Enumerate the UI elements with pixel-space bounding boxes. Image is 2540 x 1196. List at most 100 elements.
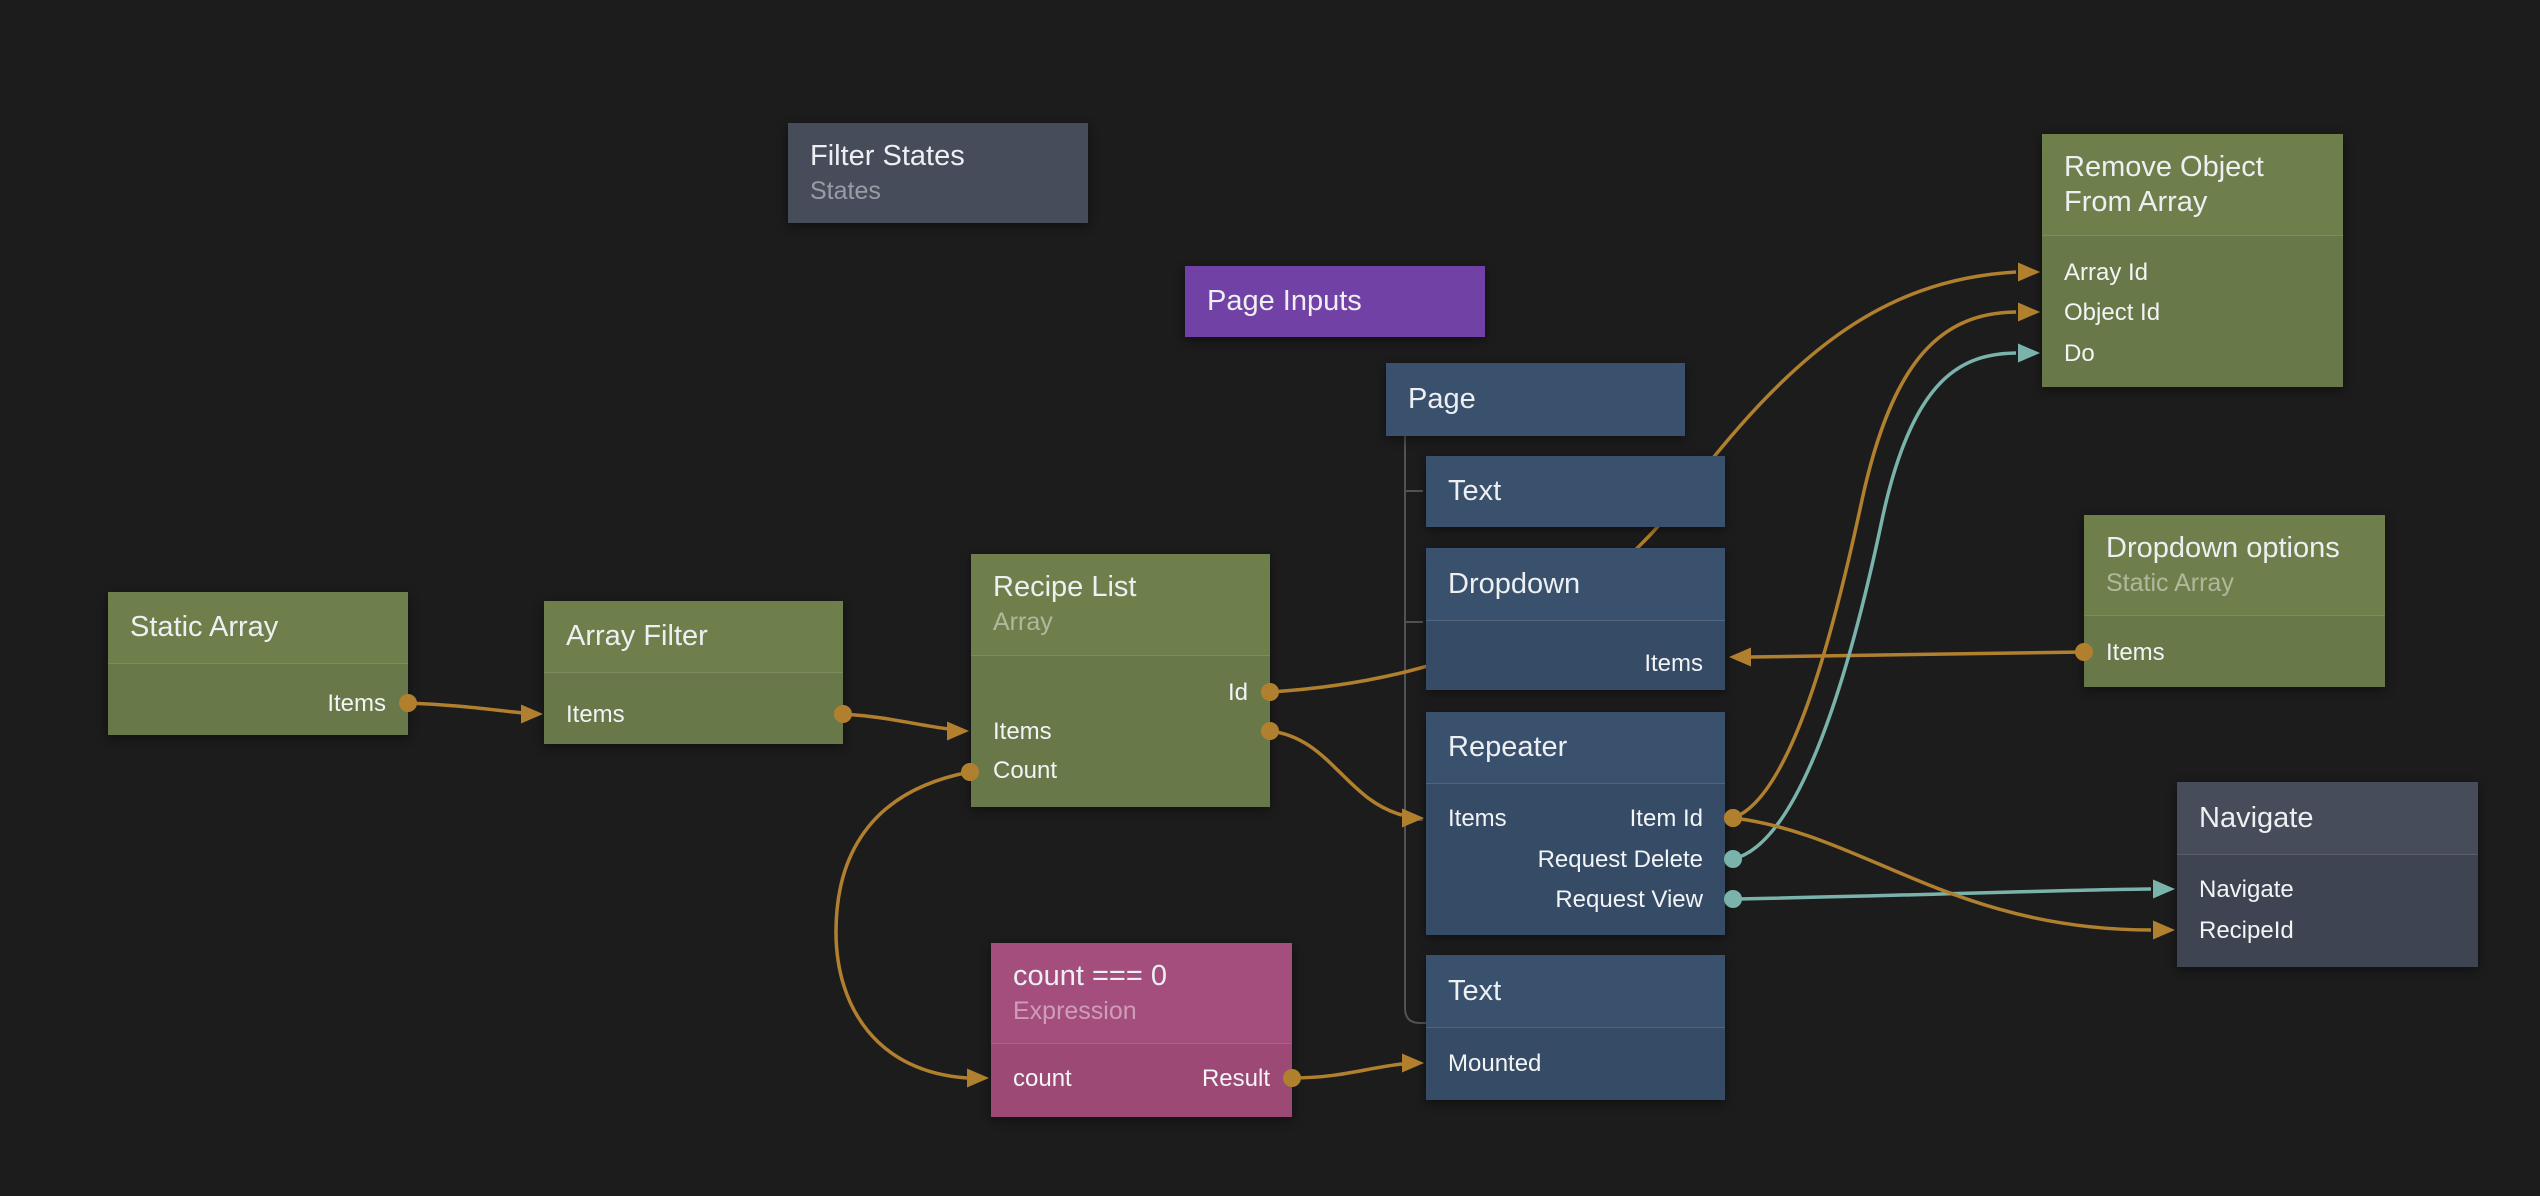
port-array-filter-items[interactable]: Items xyxy=(566,700,625,730)
wire-arrowhead-repeater-requestview-to-navigate-navigate[interactable] xyxy=(2153,880,2175,899)
node-title: count === 0 xyxy=(1013,959,1270,994)
node-ports-dropdown-options: Items xyxy=(2084,615,2385,687)
node-filter-states[interactable]: Filter StatesStates xyxy=(788,123,1088,223)
port-recipe-list-count[interactable]: Count xyxy=(993,756,1057,786)
node-graph-canvas[interactable]: Filter StatesStates Page Inputs Page Text Dr… xyxy=(0,0,2540,1196)
node-title: Array Filter xyxy=(566,619,821,654)
wire-arrowhead-repeater-itemid-to-remove-objectid[interactable] xyxy=(2018,303,2040,322)
node-header-dropdown-options[interactable]: Dropdown optionsStatic Array xyxy=(2084,515,2385,615)
node-array-filter[interactable]: Array Filter Items xyxy=(544,601,843,744)
port-expression-count[interactable]: count xyxy=(1013,1064,1072,1094)
wire-recipe-items-to-repeater-items[interactable] xyxy=(1270,731,1402,815)
node-ports-array-filter: Items xyxy=(544,672,843,744)
wire-source-dot-repeater-requestdelete-to-remove-do[interactable] xyxy=(1724,850,1742,868)
node-ports-repeater: Items Item Id Request Delete Request View xyxy=(1426,783,1725,935)
node-remove-object-from-array[interactable]: Remove Object From Array Array Id Object I… xyxy=(2042,134,2343,387)
node-ports-expression: count Result xyxy=(991,1043,1292,1117)
wire-recipe-count-to-expression-count[interactable] xyxy=(836,772,970,1078)
node-header-dropdown[interactable]: Dropdown xyxy=(1426,548,1725,620)
wire-source-dot-recipe-id-to-remove-arrayid[interactable] xyxy=(1261,683,1279,701)
node-header-repeater[interactable]: Repeater xyxy=(1426,712,1725,783)
node-header-expression[interactable]: count === 0Expression xyxy=(991,943,1292,1043)
port-repeater-items[interactable]: Items xyxy=(1448,804,1507,834)
wire-source-dot-filter-items-to-recipe-items[interactable] xyxy=(834,705,852,723)
node-text-2[interactable]: Text Mounted xyxy=(1426,955,1725,1100)
wire-arrowhead-filter-items-to-recipe-items[interactable] xyxy=(947,722,969,741)
wire-source-dot-recipe-items-to-repeater-items[interactable] xyxy=(1261,722,1279,740)
node-header-text-1[interactable]: Text xyxy=(1426,456,1725,527)
hierarchy-trunk-line xyxy=(1405,436,1427,1023)
port-repeater-item-id[interactable]: Item Id xyxy=(1630,804,1703,834)
node-dropdown[interactable]: Dropdown Items xyxy=(1426,548,1725,690)
port-navigate-navigate[interactable]: Navigate xyxy=(2199,875,2294,905)
wire-repeater-itemid-to-navigate-recipeid[interactable] xyxy=(1733,818,2151,930)
port-repeater-request-view[interactable]: Request View xyxy=(1555,885,1703,915)
node-header-static-array[interactable]: Static Array xyxy=(108,592,408,663)
node-header-text-2[interactable]: Text xyxy=(1426,955,1725,1027)
wire-static-items-to-filter-items[interactable] xyxy=(408,703,523,713)
node-title: Page xyxy=(1408,382,1663,417)
port-repeater-request-delete[interactable]: Request Delete xyxy=(1538,845,1703,875)
node-header-remove-object-from-array[interactable]: Remove Object From Array xyxy=(2042,134,2343,235)
node-title: Text xyxy=(1448,974,1703,1009)
node-subtitle: States xyxy=(810,176,1066,207)
node-subtitle: Array xyxy=(993,607,1248,638)
node-title: Dropdown options xyxy=(2106,531,2363,566)
wire-arrowhead-static-items-to-filter-items[interactable] xyxy=(521,705,543,724)
wire-source-dot-repeater-requestview-to-navigate-navigate[interactable] xyxy=(1724,890,1742,908)
node-ports-static-array: Items xyxy=(108,663,408,735)
wire-arrowhead-dropdownoptions-items-to-dropdown-items[interactable] xyxy=(1729,648,1751,667)
wire-arrowhead-recipe-items-to-repeater-items[interactable] xyxy=(1402,809,1424,828)
port-recipe-list-items[interactable]: Items xyxy=(993,717,1052,747)
node-expression[interactable]: count === 0Expression count Result xyxy=(991,943,1292,1117)
port-remove-object-from-array-object-id[interactable]: Object Id xyxy=(2064,298,2160,328)
node-static-array[interactable]: Static Array Items xyxy=(108,592,408,735)
wire-arrowhead-repeater-itemid-to-navigate-recipeid[interactable] xyxy=(2153,921,2175,940)
node-text-1[interactable]: Text xyxy=(1426,456,1725,527)
node-title: Recipe List xyxy=(993,570,1248,605)
node-dropdown-options[interactable]: Dropdown optionsStatic Array Items xyxy=(2084,515,2385,687)
node-ports-remove-object-from-array: Array Id Object Id Do xyxy=(2042,235,2343,387)
node-header-page[interactable]: Page xyxy=(1386,363,1685,436)
port-remove-object-from-array-do[interactable]: Do xyxy=(2064,339,2095,369)
wire-arrowhead-recipe-count-to-expression-count[interactable] xyxy=(967,1069,989,1088)
wire-source-dot-repeater-itemid-to-navigate-recipeid[interactable] xyxy=(1724,809,1742,827)
node-header-array-filter[interactable]: Array Filter xyxy=(544,601,843,672)
node-recipe-list[interactable]: Recipe ListArray Id Items Count xyxy=(971,554,1270,807)
node-subtitle: Static Array xyxy=(2106,568,2363,599)
wire-arrowhead-recipe-id-to-remove-arrayid[interactable] xyxy=(2018,263,2040,282)
node-repeater[interactable]: Repeater Items Item Id Request Delete Reques… xyxy=(1426,712,1725,935)
wire-dropdownoptions-items-to-dropdown-items[interactable] xyxy=(1750,652,2084,657)
port-navigate-recipeid[interactable]: RecipeId xyxy=(2199,916,2294,946)
port-recipe-list-id[interactable]: Id xyxy=(1228,678,1248,708)
node-subtitle: Expression xyxy=(1013,996,1270,1027)
node-page-inputs[interactable]: Page Inputs xyxy=(1185,266,1485,337)
port-remove-object-from-array-array-id[interactable]: Array Id xyxy=(2064,258,2148,288)
node-header-recipe-list[interactable]: Recipe ListArray xyxy=(971,554,1270,655)
node-header-page-inputs[interactable]: Page Inputs xyxy=(1185,266,1485,337)
node-title: Static Array xyxy=(130,610,386,645)
node-title: Navigate xyxy=(2199,801,2456,836)
wire-repeater-requestdelete-to-remove-do[interactable] xyxy=(1733,353,2016,859)
wire-source-dot-static-items-to-filter-items[interactable] xyxy=(399,694,417,712)
wire-arrowhead-expression-result-to-text2-mounted[interactable] xyxy=(1402,1054,1424,1073)
wire-filter-items-to-recipe-items[interactable] xyxy=(843,714,949,729)
wire-source-dot-expression-result-to-text2-mounted[interactable] xyxy=(1283,1069,1301,1087)
wire-arrowhead-repeater-requestdelete-to-remove-do[interactable] xyxy=(2018,344,2040,363)
node-ports-recipe-list: Id Items Count xyxy=(971,655,1270,807)
port-text-2-mounted[interactable]: Mounted xyxy=(1448,1049,1541,1079)
port-dropdown-items[interactable]: Items xyxy=(1644,649,1703,679)
port-static-array-items[interactable]: Items xyxy=(327,689,386,719)
port-expression-result[interactable]: Result xyxy=(1202,1064,1270,1094)
node-header-navigate[interactable]: Navigate xyxy=(2177,782,2478,854)
node-title: Page Inputs xyxy=(1207,284,1463,319)
wire-source-dot-recipe-count-to-expression-count[interactable] xyxy=(961,763,979,781)
node-navigate[interactable]: Navigate Navigate RecipeId xyxy=(2177,782,2478,967)
node-page[interactable]: Page xyxy=(1386,363,1685,436)
port-dropdown-options-items[interactable]: Items xyxy=(2106,638,2165,668)
wire-source-dot-dropdownoptions-items-to-dropdown-items[interactable] xyxy=(2075,643,2093,661)
node-title: Text xyxy=(1448,474,1703,509)
wire-expression-result-to-text2-mounted[interactable] xyxy=(1292,1064,1402,1078)
node-title: Remove Object From Array xyxy=(2064,150,2321,220)
node-header-filter-states[interactable]: Filter StatesStates xyxy=(788,123,1088,223)
